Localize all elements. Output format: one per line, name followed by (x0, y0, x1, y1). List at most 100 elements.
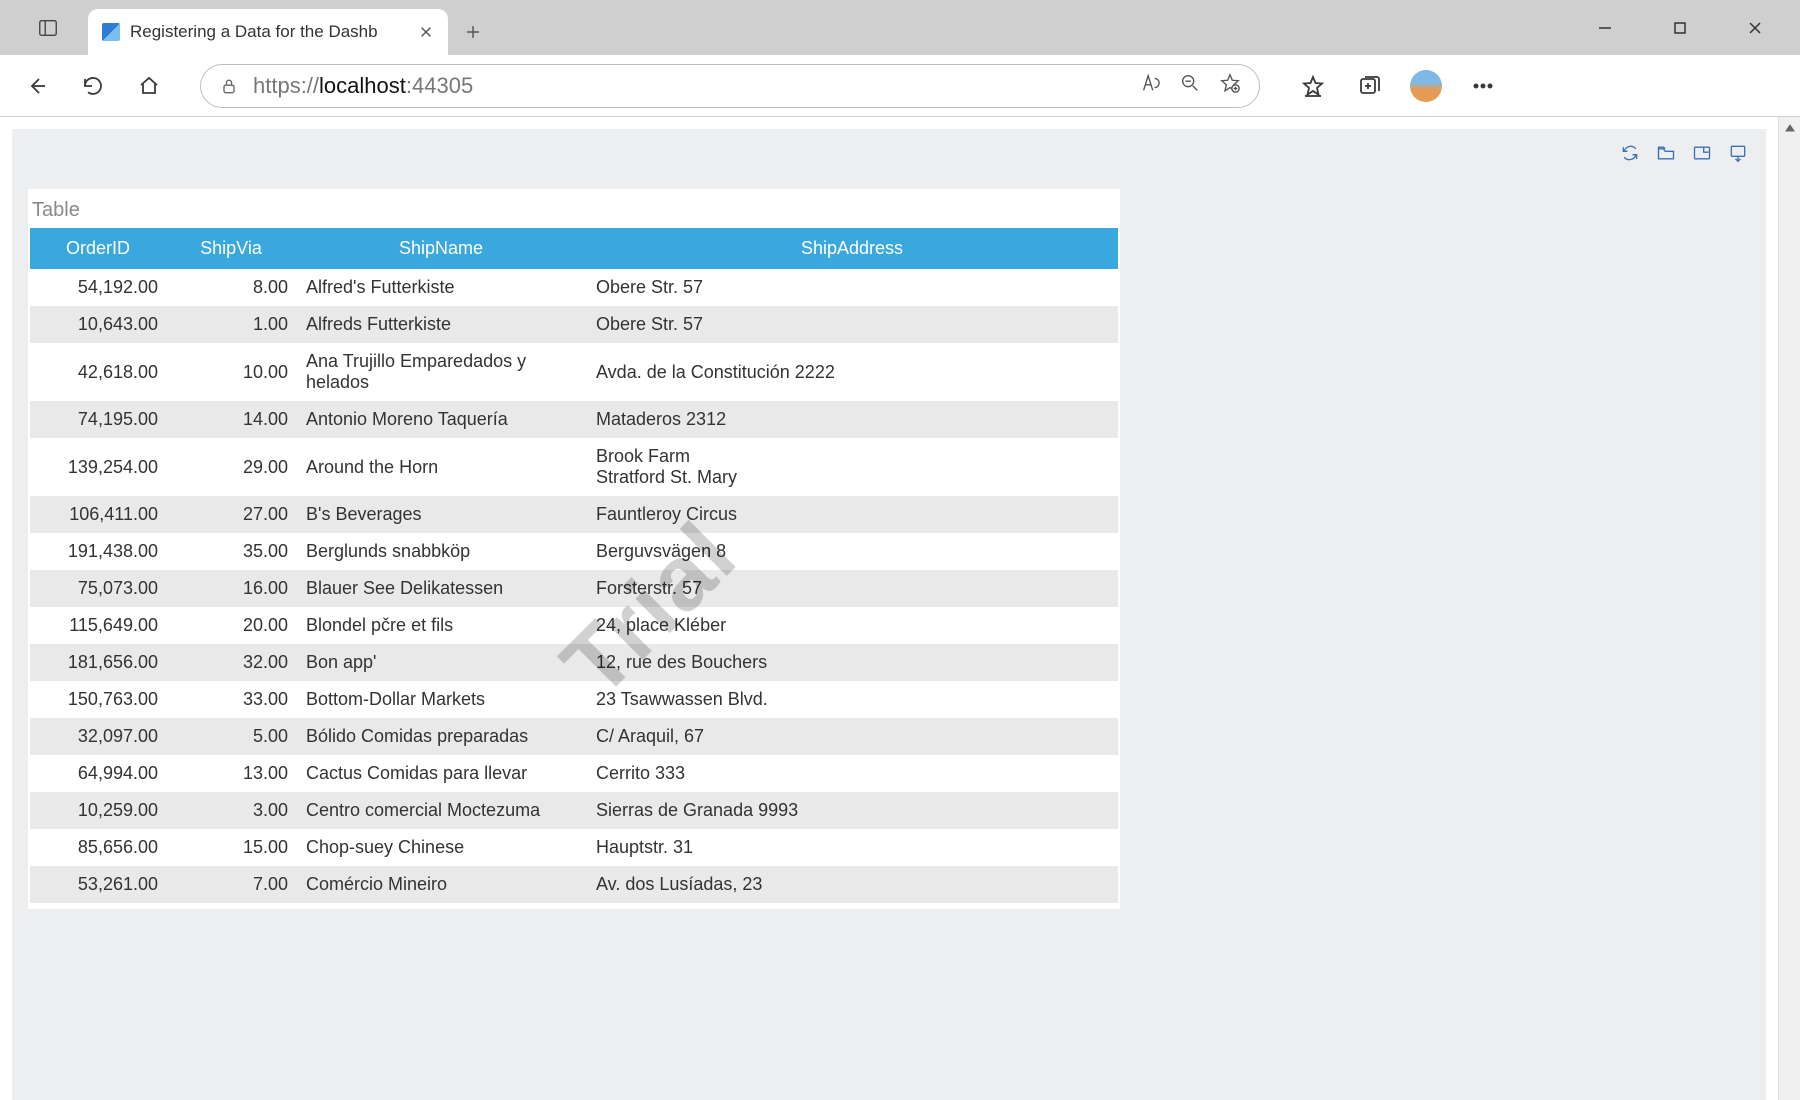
collections-button[interactable] (1346, 63, 1392, 109)
zoom-out-icon[interactable] (1179, 72, 1201, 99)
cell-shipvia: 5.00 (166, 718, 296, 755)
cell-shipname: Bólido Comidas preparadas (296, 718, 586, 755)
cell-orderid: 191,438.00 (30, 533, 166, 570)
cell-shipvia: 29.00 (166, 438, 296, 496)
cell-orderid: 106,411.00 (30, 496, 166, 533)
cell-shipaddress: Sierras de Granada 9993 (586, 792, 1118, 829)
column-header-shipvia[interactable]: ShipVia (166, 228, 296, 269)
cell-shipvia: 15.00 (166, 829, 296, 866)
cell-shipname: Alfred's Futterkiste (296, 269, 586, 306)
scroll-up-icon[interactable] (1783, 121, 1797, 1100)
browser-tab[interactable]: Registering a Data for the Dashb (88, 9, 448, 55)
favorites-button[interactable] (1290, 63, 1336, 109)
cell-shipname: Centro comercial Moctezuma (296, 792, 586, 829)
cell-shipname: Berglunds snabbköp (296, 533, 586, 570)
table-row[interactable]: 10,643.001.00Alfreds FutterkisteObere St… (30, 306, 1118, 343)
cell-shipaddress: Obere Str. 57 (586, 306, 1118, 343)
cell-shipvia: 27.00 (166, 496, 296, 533)
table-row[interactable]: 10,259.003.00Centro comercial MoctezumaS… (30, 792, 1118, 829)
cell-shipaddress: 23 Tsawwassen Blvd. (586, 681, 1118, 718)
table-row[interactable]: 53,261.007.00Comércio MineiroAv. dos Lus… (30, 866, 1118, 903)
url-port: :44305 (406, 73, 473, 99)
tab-favicon (102, 23, 120, 41)
cell-shipname: B's Beverages (296, 496, 586, 533)
cell-shipname: Around the Horn (296, 438, 586, 496)
column-header-shipaddress[interactable]: ShipAddress (586, 228, 1118, 269)
cell-shipaddress: Obere Str. 57 (586, 269, 1118, 306)
cell-shipname: Bon app' (296, 644, 586, 681)
close-window-button[interactable] (1717, 0, 1792, 55)
cell-shipaddress: Berguvsvägen 8 (586, 533, 1118, 570)
table-row[interactable]: 74,195.0014.00Antonio Moreno TaqueríaMat… (30, 401, 1118, 438)
url-host: localhost (319, 73, 406, 99)
refresh-button[interactable] (70, 63, 116, 109)
maximize-button[interactable] (1642, 0, 1717, 55)
address-bar[interactable]: https://localhost:44305 (200, 64, 1260, 108)
cell-orderid: 42,618.00 (30, 343, 166, 401)
cell-shipaddress: C/ Araquil, 67 (586, 718, 1118, 755)
column-header-orderid[interactable]: OrderID (30, 228, 166, 269)
column-header-shipname[interactable]: ShipName (296, 228, 586, 269)
new-tab-button[interactable] (448, 9, 498, 55)
cell-shipvia: 10.00 (166, 343, 296, 401)
more-button[interactable] (1460, 63, 1506, 109)
refresh-data-icon[interactable] (1620, 143, 1640, 168)
table-row[interactable]: 75,073.0016.00Blauer See DelikatessenFor… (30, 570, 1118, 607)
read-aloud-icon[interactable] (1139, 72, 1161, 99)
embed-icon[interactable] (1692, 143, 1712, 168)
cell-shipname: Bottom-Dollar Markets (296, 681, 586, 718)
cell-shipname: Ana Trujillo Emparedados y helados (296, 343, 586, 401)
cell-shipvia: 8.00 (166, 269, 296, 306)
back-button[interactable] (14, 63, 60, 109)
cell-shipaddress: Av. dos Lusíadas, 23 (586, 866, 1118, 903)
table-row[interactable]: 106,411.0027.00B's BeveragesFauntleroy C… (30, 496, 1118, 533)
cell-shipaddress: Fauntleroy Circus (586, 496, 1118, 533)
url-text: https://localhost:44305 (253, 73, 473, 99)
cell-shipvia: 16.00 (166, 570, 296, 607)
cell-shipaddress: Mataderos 2312 (586, 401, 1118, 438)
tab-actions-button[interactable] (8, 0, 88, 55)
browser-window: Registering a Data for the Dashb https:/… (0, 0, 1800, 1100)
url-prefix: https:// (253, 73, 319, 99)
cell-shipvia: 1.00 (166, 306, 296, 343)
cell-shipvia: 3.00 (166, 792, 296, 829)
table-card: Table OrderID ShipVia ShipName ShipAddre… (28, 189, 1120, 909)
cell-shipname: Antonio Moreno Taquería (296, 401, 586, 438)
window-controls (1567, 0, 1792, 55)
table-row[interactable]: 64,994.0013.00Cactus Comidas para llevar… (30, 755, 1118, 792)
vertical-scrollbar[interactable] (1778, 117, 1800, 1100)
profile-avatar[interactable] (1410, 70, 1442, 102)
table-row[interactable]: 150,763.0033.00Bottom-Dollar Markets23 T… (30, 681, 1118, 718)
cell-orderid: 53,261.00 (30, 866, 166, 903)
data-table: OrderID ShipVia ShipName ShipAddress 54,… (30, 228, 1118, 903)
table-row[interactable]: 115,649.0020.00Blondel pčre et fils24, p… (30, 607, 1118, 644)
open-folder-icon[interactable] (1656, 143, 1676, 168)
cell-orderid: 85,656.00 (30, 829, 166, 866)
table-title: Table (28, 189, 1120, 228)
browser-toolbar: https://localhost:44305 (0, 55, 1800, 117)
minimize-button[interactable] (1567, 0, 1642, 55)
cell-orderid: 10,643.00 (30, 306, 166, 343)
toolbar-right-icons (1290, 63, 1506, 109)
tab-title: Registering a Data for the Dashb (130, 22, 408, 42)
table-row[interactable]: 191,438.0035.00Berglunds snabbköpBerguvs… (30, 533, 1118, 570)
table-row[interactable]: 85,656.0015.00Chop-suey ChineseHauptstr.… (30, 829, 1118, 866)
favorite-add-icon[interactable] (1219, 72, 1241, 99)
table-row[interactable]: 181,656.0032.00Bon app'12, rue des Bouch… (30, 644, 1118, 681)
cell-orderid: 10,259.00 (30, 792, 166, 829)
home-button[interactable] (126, 63, 172, 109)
tab-close-button[interactable] (418, 24, 434, 40)
cell-shipaddress: 24, place Kléber (586, 607, 1118, 644)
cell-orderid: 54,192.00 (30, 269, 166, 306)
cell-orderid: 75,073.00 (30, 570, 166, 607)
cell-shipname: Chop-suey Chinese (296, 829, 586, 866)
designer-toolbar (1620, 143, 1748, 168)
table-row[interactable]: 42,618.0010.00Ana Trujillo Emparedados y… (30, 343, 1118, 401)
cell-shipaddress: Brook FarmStratford St. Mary (586, 438, 1118, 496)
table-row[interactable]: 139,254.0029.00Around the HornBrook Farm… (30, 438, 1118, 496)
table-row[interactable]: 32,097.005.00Bólido Comidas preparadasC/… (30, 718, 1118, 755)
cell-shipvia: 13.00 (166, 755, 296, 792)
dashboard-designer: Table OrderID ShipVia ShipName ShipAddre… (12, 129, 1766, 1100)
table-row[interactable]: 54,192.008.00Alfred's FutterkisteObere S… (30, 269, 1118, 306)
export-icon[interactable] (1728, 143, 1748, 168)
